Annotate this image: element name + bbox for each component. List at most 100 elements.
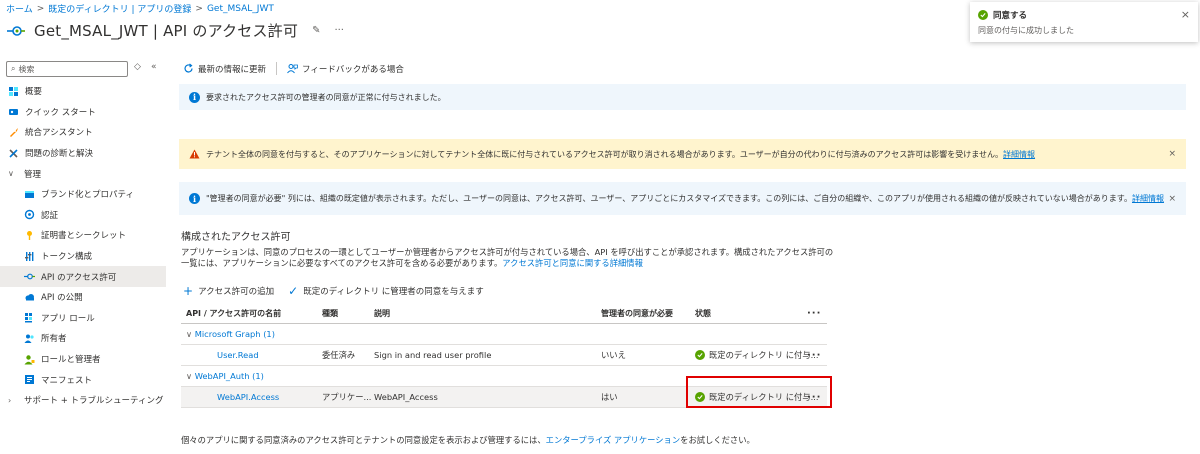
sidebar-item-label: アプリ ロール [41,313,95,324]
sidebar-item-owners[interactable]: 所有者 [0,328,166,349]
manifest-icon [24,374,35,385]
sidebar-item-label: 認証 [41,210,59,221]
close-icon[interactable]: × [1168,194,1176,204]
table-row: User.Read 委任済み Sign in and read user pro… [181,345,827,366]
pin-icon[interactable]: ✎ [312,25,320,36]
sidebar-item-authentication[interactable]: 認証 [0,205,166,226]
breadcrumb-separator: > [36,3,45,14]
permission-description: WebAPI_Access [374,392,438,402]
page-title: Get_MSAL_JWT | API のアクセス許可 [34,22,299,40]
permission-actions: + アクセス許可の追加 ✓ 既定のディレクトリ に管理者の同意を与えます [183,284,484,298]
plus-icon: + [183,284,194,298]
sidebar-item-label: トークン構成 [41,252,93,263]
chevron-down-icon: ∨ [8,169,14,179]
sidebar-item-api-permissions[interactable]: API のアクセス許可 [0,266,166,287]
breadcrumb-home[interactable]: ホーム [6,2,33,15]
permissions-consent-link[interactable]: アクセス許可と同意に関する詳細情報 [502,258,643,268]
sidebar-group-manage[interactable]: ∨ 管理 [0,163,166,184]
add-permission-button[interactable]: + アクセス許可の追加 [183,284,274,298]
feedback-label: フィードバックがある場合 [302,64,404,75]
group-label: ∨ Microsoft Graph (1) [186,329,275,339]
sidebar-item-certificates[interactable]: 証明書とシークレット [0,225,166,246]
warning-icon [189,149,200,159]
column-header-name[interactable]: API / アクセス許可の名前 [186,308,281,319]
footer-note: 個々のアプリに関する同意済みのアクセス許可とテナントの同意設定を表示および管理す… [181,435,755,445]
page-header: Get_MSAL_JWT | API のアクセス許可 ✎ ··· [6,20,344,41]
column-header-description[interactable]: 説明 [374,308,390,319]
collapse-icon[interactable]: « [151,62,157,72]
success-check-icon [695,350,705,360]
column-header-type[interactable]: 種類 [322,308,338,319]
sidebar-item-expose-api[interactable]: API の公開 [0,287,166,308]
warning-banner: テナント全体の同意を付与すると、そのアプリケーションに対してテナント全体に既に付… [179,139,1186,169]
permission-name-link[interactable]: WebAPI.Access [217,392,279,402]
api-permission-icon [24,271,35,282]
warning-details-link[interactable]: 詳細情報 [1003,150,1035,159]
api-permission-icon [7,25,25,36]
notification-toast: 同意する 同意の付与に成功しました × [970,2,1198,42]
search-input[interactable]: ⌕ 検索 [6,61,128,77]
sidebar-item-token-config[interactable]: トークン構成 [0,246,166,267]
refresh-label: 最新の情報に更新 [198,64,267,75]
column-header-status[interactable]: 状態 [695,308,711,319]
chevron-down-icon: ∨ [186,371,195,381]
sidebar-item-label: ロールと管理者 [41,355,101,366]
sidebar-item-app-roles[interactable]: アプリ ロール [0,308,166,329]
rocket-icon [8,127,19,138]
table-header: API / アクセス許可の名前 種類 説明 管理者の同意が必要 状態 ··· [181,303,827,324]
close-icon[interactable]: × [1168,149,1176,159]
sidebar-item-label: 管理 [24,169,42,180]
grant-consent-button[interactable]: ✓ 既定のディレクトリ に管理者の同意を与えます [288,284,484,298]
settings-icon[interactable]: ◇ [134,62,141,72]
more-icon[interactable]: ··· [807,308,821,319]
chevron-down-icon: ∨ [186,329,195,339]
sidebar-group-support[interactable]: › サポート + トラブルシューティング [0,390,166,411]
breadcrumb-app-registrations[interactable]: 既定のディレクトリ | アプリの登録 [48,2,191,15]
sidebar-item-manifest[interactable]: マニフェスト [0,369,166,390]
sidebar-item-label: 所有者 [41,334,67,345]
chevron-right-icon: › [8,395,12,405]
info-banner: i "管理者の同意が必要" 列には、組織の既定値が表示されます。ただし、ユーザー… [179,182,1186,215]
sidebar-item-branding[interactable]: ブランド化とプロパティ [0,184,166,205]
section-description: アプリケーションは、同意のプロセスの一環としてユーザーか管理者からアクセス許可が… [181,247,834,268]
highlight-box [686,376,832,408]
more-icon[interactable]: ··· [334,25,344,36]
info-icon: i [189,193,200,204]
sidebar-item-roles-admins[interactable]: ロールと管理者 [0,349,166,370]
overview-icon [8,86,19,97]
info-details-link[interactable]: 詳細情報 [1132,194,1164,203]
search-placeholder: 検索 [18,64,35,74]
search-icon: ⌕ [11,64,16,73]
roles-icon [24,354,35,365]
row-more-icon[interactable]: ··· [807,350,821,361]
permission-name-link[interactable]: User.Read [217,350,259,360]
toolbar-divider [276,62,278,75]
breadcrumb-separator: > [195,3,203,14]
toast-title: 同意する [978,9,1190,21]
status-text: 既定のディレクトリ に付与... [709,350,819,360]
branding-icon [24,189,35,200]
close-icon[interactable]: × [1181,8,1190,21]
sidebar-item-overview[interactable]: 概要 [0,81,166,102]
info-icon: i [189,91,200,103]
command-bar: 最新の情報に更新 フィードバックがある場合 [183,62,404,75]
wrench-icon [8,148,19,159]
group-row-microsoft-graph[interactable]: ∨ Microsoft Graph (1) [181,324,827,345]
refresh-button[interactable]: 最新の情報に更新 [183,63,266,75]
enterprise-apps-link[interactable]: エンタープライズ アプリケーション [546,435,680,445]
breadcrumb: ホーム > 既定のディレクトリ | アプリの登録 > Get_MSAL_JWT [6,2,274,16]
sidebar-item-label: 統合アシスタント [25,128,93,139]
sidebar-item-quickstart[interactable]: クイック スタート [0,102,166,123]
permission-type: 委任済み [322,350,356,360]
breadcrumb-app[interactable]: Get_MSAL_JWT [207,4,274,14]
sidebar-item-integration-assistant[interactable]: 統合アシスタント [0,122,166,143]
column-header-admin-consent[interactable]: 管理者の同意が必要 [601,308,673,319]
sidebar-item-label: マニフェスト [41,375,93,386]
group-label: ∨ WebAPI_Auth (1) [186,371,264,381]
feedback-button[interactable]: フィードバックがある場合 [287,63,404,75]
admin-consent-required: いいえ [601,350,626,360]
sidebar-item-diagnose[interactable]: 問題の診断と解決 [0,143,166,164]
success-banner: i 要求されたアクセス許可の管理者の同意が正常に付与されました。 [179,84,1186,110]
warning-banner-text: テナント全体の同意を付与すると、そのアプリケーションに対してテナント全体に既に付… [206,149,1036,159]
admin-consent-required: はい [601,392,618,402]
